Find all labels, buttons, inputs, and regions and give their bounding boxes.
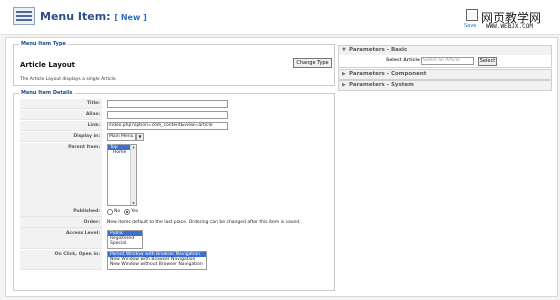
alias-input[interactable]	[107, 111, 228, 119]
access-level-list[interactable]: Public Registered Special	[107, 230, 143, 249]
published-no-radio[interactable]	[107, 209, 113, 215]
access-level-label-cell: Access Level:	[20, 229, 102, 249]
alias-label-cell: Alias:	[20, 110, 102, 120]
published-yes-label: Yes	[131, 209, 139, 214]
onclick-label-cell: On Click, Open in:	[20, 250, 102, 270]
page-header: Menu Item: [ New ] Save 网页教学网 WWW.WEBJX.…	[0, 0, 560, 35]
scroll-down-icon[interactable]: ▼	[131, 201, 136, 205]
select-article-label: Select Article	[386, 58, 420, 63]
layout-description: The Article Layout displays a single Art…	[20, 77, 117, 82]
layout-title: Article Layout	[20, 61, 76, 69]
menu-icon	[13, 7, 35, 25]
watermark-url: WWW.WEBJX.COM	[486, 23, 533, 30]
scroll-up-icon[interactable]: ▲	[131, 145, 136, 149]
params-system-title: Parameters - System	[349, 82, 414, 88]
select-article-input[interactable]: Select an Article	[421, 57, 474, 65]
order-label-cell: Order:	[20, 218, 102, 228]
save-button[interactable]: Save	[464, 23, 476, 29]
parent-item-label: Parent Item:	[68, 145, 100, 150]
params-component-header[interactable]: ▶ Parameters - Component	[338, 69, 552, 80]
params-system-header[interactable]: ▶ Parameters - System	[338, 80, 552, 91]
title-label: Title:	[86, 101, 100, 106]
menu-item-details-legend: Menu Item Details	[19, 90, 75, 96]
access-level-label: Access Level:	[65, 231, 100, 236]
page-subtitle: [ New ]	[114, 13, 147, 22]
params-basic-title: Parameters - Basic	[349, 47, 408, 53]
onclick-option[interactable]: New Window without Browser Navigation	[108, 262, 206, 267]
page-title-text: Menu Item:	[40, 10, 111, 23]
title-label-cell: Title:	[20, 99, 102, 109]
link-label: Link:	[87, 123, 100, 128]
title-input[interactable]	[107, 100, 228, 108]
alias-label: Alias:	[85, 112, 100, 117]
published-label: Published:	[73, 209, 100, 214]
params-component-title: Parameters - Component	[349, 71, 427, 77]
menu-item-type-fieldset: Menu Item Type Article Layout The Articl…	[13, 41, 335, 86]
access-level-option[interactable]: Special	[108, 241, 142, 246]
parent-item-scrollbar[interactable]: ▲ ▼	[130, 145, 136, 205]
select-article-button[interactable]: Select	[478, 57, 497, 66]
display-in-label-cell: Display in:	[20, 132, 102, 142]
display-in-select[interactable]: Main Menu	[107, 133, 136, 141]
chevron-down-icon: ▼	[342, 47, 346, 53]
published-no-label: No	[114, 209, 121, 214]
order-text: New items default to the last place. Ord…	[107, 220, 301, 225]
menu-item-details-fieldset: Menu Item Details Title: Alias: Link: in…	[13, 90, 335, 291]
chevron-down-icon[interactable]: ▼	[136, 133, 144, 141]
menu-item-type-legend: Menu Item Type	[19, 41, 68, 47]
page-title: Menu Item: [ New ]	[40, 10, 147, 23]
display-in-label: Display in:	[73, 134, 100, 139]
order-label: Order:	[83, 220, 100, 225]
published-label-cell: Published:	[20, 206, 102, 217]
chevron-right-icon: ▶	[342, 71, 346, 77]
parent-item-list[interactable]: Top Home ▲ ▼	[107, 144, 137, 206]
published-yes-radio[interactable]	[124, 209, 130, 215]
link-input[interactable]: index.php?option=com_content&view=articl…	[107, 122, 228, 130]
params-basic-body: Select Article Select an Article Select	[338, 55, 552, 68]
change-type-button[interactable]: Change Type	[293, 58, 332, 68]
onclick-list[interactable]: Parent Window with Browser Navigation Ne…	[107, 251, 207, 270]
main-content: Menu Item Type Article Layout The Articl…	[5, 37, 558, 297]
save-icon[interactable]	[466, 9, 478, 21]
chevron-right-icon: ▶	[342, 82, 346, 88]
onclick-label: On Click, Open in:	[54, 252, 100, 257]
link-label-cell: Link:	[20, 121, 102, 131]
